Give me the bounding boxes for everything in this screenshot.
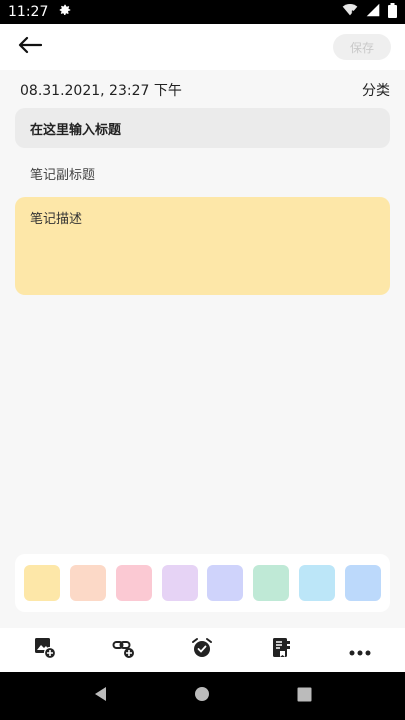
color-swatch-periwinkle[interactable]	[207, 565, 244, 601]
alarm-button[interactable]	[184, 632, 220, 668]
color-swatch-mint[interactable]	[253, 565, 290, 601]
more-icon	[349, 641, 371, 660]
bottom-toolbar	[0, 628, 405, 672]
color-swatch-sky[interactable]	[299, 565, 336, 601]
notebook-icon	[271, 637, 291, 663]
more-button[interactable]	[342, 632, 378, 668]
color-swatch-lavender[interactable]	[161, 565, 198, 601]
settings-icon	[58, 3, 72, 21]
arrow-left-icon	[18, 36, 43, 58]
note-meta-row: 08.31.2021, 23:27 下午 分类	[20, 80, 390, 100]
add-image-icon	[34, 637, 57, 663]
battery-icon	[388, 2, 397, 22]
color-swatch-pink[interactable]	[115, 565, 152, 601]
back-triangle-icon	[93, 686, 109, 706]
nav-back-button[interactable]	[81, 676, 121, 716]
notebook-button[interactable]	[263, 632, 299, 668]
category-button[interactable]: 分类	[362, 80, 390, 100]
add-link-button[interactable]	[106, 632, 142, 668]
add-link-icon	[112, 637, 136, 663]
nav-recents-button[interactable]	[284, 676, 324, 716]
save-button[interactable]: 保存	[333, 34, 391, 60]
signal-icon	[366, 3, 380, 21]
home-circle-icon	[194, 686, 210, 706]
alarm-icon	[191, 637, 213, 663]
add-image-button[interactable]	[27, 632, 63, 668]
back-button[interactable]	[14, 31, 46, 63]
recents-square-icon	[297, 687, 312, 706]
nav-home-button[interactable]	[182, 676, 222, 716]
note-datetime: 08.31.2021, 23:27 下午	[20, 83, 182, 99]
title-input[interactable]: 在这里输入标题	[15, 108, 390, 148]
color-palette	[15, 554, 390, 612]
color-swatch-peach[interactable]	[69, 565, 106, 601]
app-bar: 保存	[0, 24, 405, 70]
status-bar: 11:27	[0, 0, 405, 24]
subtitle-input[interactable]: 笔记副标题	[30, 162, 95, 184]
status-time: 11:27	[8, 4, 49, 20]
color-swatch-yellow[interactable]	[24, 565, 60, 601]
color-swatch-blue[interactable]	[344, 565, 381, 601]
wifi-icon	[342, 3, 358, 21]
description-input[interactable]: 笔记描述	[15, 197, 390, 295]
system-nav-bar	[0, 672, 405, 720]
